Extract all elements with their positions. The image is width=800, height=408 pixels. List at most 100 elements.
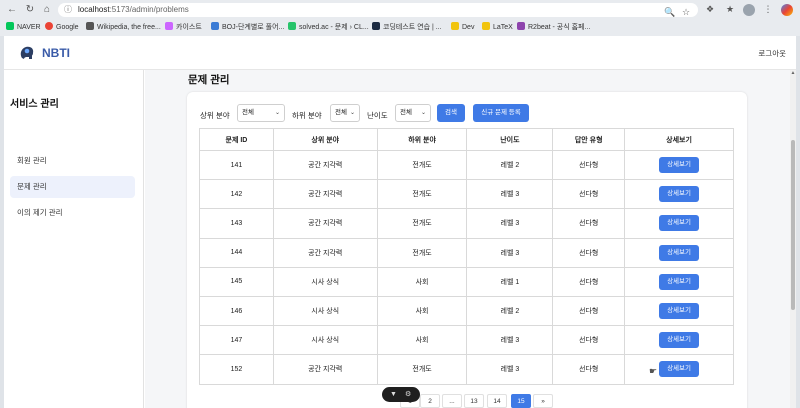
page-button[interactable]: 14 [487,394,507,408]
table-cell: 상세보기 [624,354,734,385]
zoom-icon[interactable]: 🔍 [664,6,676,18]
table-cell: 사회 [376,295,468,327]
app-window: NBTI 로그아웃 서비스 관리 회원 관리 문제 관리 이의 제기 관리 문제… [4,36,796,408]
devtools-toolbar[interactable]: ▼ ⚙ [382,387,420,402]
logout-link[interactable]: 로그아웃 [758,48,786,59]
table-row: 143 공간 지각력 전개도 레벨 3 선다형 상세보기 [199,208,734,239]
boj-icon [211,22,219,30]
detail-button[interactable]: 상세보기 [659,186,700,203]
detail-button[interactable]: 상세보기 [659,244,700,261]
page-button[interactable]: ... [442,394,462,408]
reload-icon[interactable]: ↻ [24,4,36,16]
detail-button[interactable]: 상세보기 [659,303,700,320]
chevron-down-icon: ⌄ [349,110,355,116]
address-row: ← ↻ ⌂ ⓘ localhost:5173/admin/problems 🔍 … [0,0,800,20]
table-cell: 상세보기 [624,266,734,297]
sidebar-item-objections[interactable]: 이의 제기 관리 [10,202,135,224]
detail-button[interactable]: 상세보기 [659,273,700,290]
table-cell: 전개도 [376,149,468,181]
table-cell: 전개도 [376,354,468,385]
table-cell: 상세보기 [624,295,734,327]
table-cell: 142 [199,179,274,210]
upper-category-select[interactable]: 전체 ⌄ [237,104,285,122]
profile-avatar[interactable] [743,4,755,16]
table-cell: 공간 지각력 [272,208,378,239]
new-problem-button[interactable]: 신규 문제 등록 [473,104,529,122]
bookmark-item[interactable]: 카이스트 [165,22,202,34]
bookmark-item[interactable]: 코딩테스트 연습 | ... [372,22,442,34]
detail-button[interactable]: 상세보기 [659,157,700,174]
menu-icon[interactable]: ⋮ [762,3,774,15]
sidebar-item-problems[interactable]: 문제 관리 [10,176,135,198]
bookmark-star-icon[interactable]: ☆ [680,6,692,18]
bookmark-item[interactable]: NAVER [6,22,41,34]
table-cell: 시사 상식 [272,266,378,297]
detail-button[interactable]: 상세보기 [659,361,700,378]
bookmarks-bar: NAVER Google Wikipedia, the free... 카이스트… [0,20,800,36]
table-cell: 전개도 [376,179,468,210]
sidebar-item-members[interactable]: 회원 관리 [10,150,135,172]
table-cell: 선다형 [552,179,626,210]
lower-category-select[interactable]: 전체 ⌄ [330,104,360,122]
bookmark-item[interactable]: Google [45,22,79,34]
kaist-icon [165,22,173,30]
table-header-row: 문제 ID 상위 분야 하위 분야 난이도 답안 유형 상세보기 [199,128,734,151]
page-button[interactable]: 13 [464,394,484,408]
bookmark-item[interactable]: solved.ac - 문제 › CL... [288,22,369,34]
table-cell: 전개도 [376,237,468,268]
vue-devtools-icon[interactable]: ▼ [390,389,397,400]
table-cell: 레벨 2 [466,149,554,181]
table-cell: 레벨 3 [466,354,554,385]
table-cell: 사회 [376,325,468,356]
chevron-down-icon: ⌄ [420,110,426,116]
next-page-button[interactable]: » [533,394,553,408]
bookmark-item[interactable]: Wikipedia, the free... [86,22,161,34]
extensions-icon[interactable]: ❖ [704,3,716,15]
table-row: 147 시사 상식 사회 레벨 3 선다형 상세보기 [199,325,734,356]
programmers-icon [372,22,380,30]
table-row: 146 시사 상식 사회 레벨 2 선다형 상세보기 [199,295,734,327]
sidebar: 서비스 관리 회원 관리 문제 관리 이의 제기 관리 [4,70,144,408]
table-row: 144 공간 지각력 전개도 레벨 3 선다형 상세보기 [199,237,734,268]
settings-icon[interactable]: ⚙ [405,389,411,400]
bookmark-item[interactable]: BOJ-단계별로 풀어... [211,22,284,34]
bookmark-item[interactable]: R2beat - 공식 홈페... [517,22,590,34]
table-cell: 레벨 2 [466,295,554,327]
table-cell: 레벨 3 [466,237,554,268]
table-cell: 시사 상식 [272,295,378,327]
table-cell: 상세보기 [624,179,734,210]
scrollbar-thumb[interactable] [791,140,795,310]
wikipedia-icon [86,22,94,30]
assistant-icon[interactable] [781,4,793,16]
table-cell: 선다형 [552,325,626,356]
bookmarks-panel-icon[interactable]: ★ [724,3,736,15]
bookmark-folder[interactable]: LaTeX [482,22,513,34]
difficulty-select[interactable]: 전체 ⌄ [395,104,431,122]
upper-category-label: 상위 분야 [200,111,230,120]
url-text: localhost:5173/admin/problems [78,5,189,14]
table-row: 141 공간 지각력 전개도 레벨 2 선다형 상세보기 [199,149,734,181]
table-cell: 선다형 [552,208,626,239]
scroll-up-icon[interactable]: ▲ [790,70,796,76]
site-info-icon[interactable]: ⓘ [64,5,74,15]
page-scrollbar[interactable]: ▲ [790,70,796,408]
detail-button[interactable]: 상세보기 [659,332,700,349]
table-cell: 공간 지각력 [272,149,378,181]
back-icon[interactable]: ← [6,4,18,16]
home-icon[interactable]: ⌂ [41,4,53,16]
table-cell: 레벨 3 [466,179,554,210]
r2beat-icon [517,22,525,30]
table-cell: 레벨 3 [466,325,554,356]
table-cell: 141 [199,149,274,181]
table-cell: 상세보기 [624,149,734,181]
address-bar[interactable]: ⓘ localhost:5173/admin/problems 🔍 ☆ [58,3,698,17]
page-button[interactable]: 2 [420,394,440,408]
google-icon [45,22,53,30]
app-logo-text[interactable]: NBTI [42,46,70,60]
detail-button[interactable]: 상세보기 [659,215,700,232]
search-button[interactable]: 검색 [437,104,465,122]
bookmark-folder[interactable]: Dev [451,22,474,34]
page-button[interactable]: 15 [511,394,531,408]
column-header-id: 문제 ID [199,128,274,151]
lower-category-label: 하위 분야 [292,111,322,120]
